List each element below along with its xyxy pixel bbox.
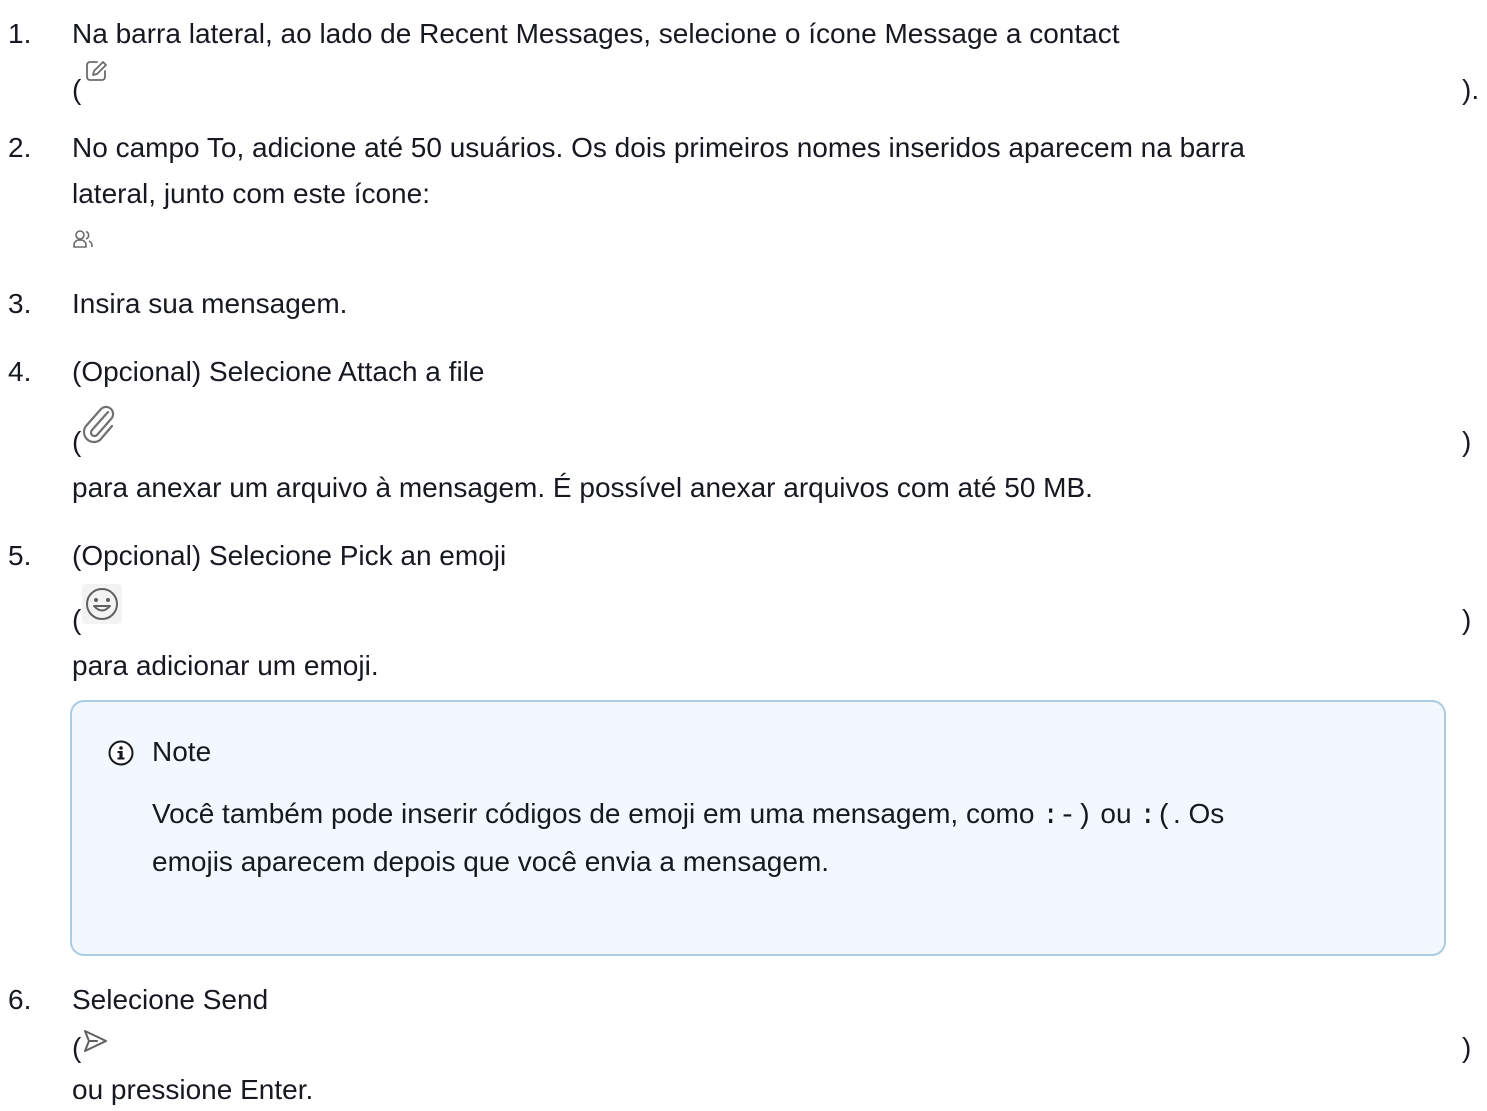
step-number: 3. bbox=[8, 288, 32, 319]
open-paren: ( bbox=[72, 74, 82, 105]
step-number: 5. bbox=[8, 540, 32, 571]
step-number: 2. bbox=[8, 132, 32, 163]
note-text: ou bbox=[1092, 798, 1140, 829]
open-paren: ( bbox=[72, 1032, 82, 1063]
step-4-text-line3: para anexar um arquivo à mensagem. É pos… bbox=[72, 472, 1093, 503]
emoji-icon bbox=[82, 584, 122, 624]
note-text: Você também pode inserir códigos de emoj… bbox=[152, 798, 1043, 829]
step-2-text-line2: lateral, junto com este ícone: bbox=[72, 178, 430, 209]
close-paren: ) bbox=[1462, 604, 1472, 635]
step-4-text: (Opcional) Selecione Attach a file bbox=[72, 356, 485, 387]
paperclip-icon bbox=[82, 405, 115, 444]
step-number: 4. bbox=[8, 356, 32, 387]
step-5-text-line3: para adicionar um emoji. bbox=[72, 650, 379, 681]
step-number: 1. bbox=[8, 18, 32, 49]
close-paren: ) bbox=[1462, 1032, 1472, 1063]
note-callout: Note Você também pode inserir códigos de… bbox=[70, 700, 1446, 956]
note-text-line1: Você também pode inserir códigos de emoj… bbox=[152, 796, 1224, 835]
info-icon bbox=[108, 740, 134, 766]
step-6-text: Selecione Send bbox=[72, 984, 269, 1015]
close-paren: ) bbox=[1462, 426, 1472, 457]
emoji-code: :-) bbox=[1042, 801, 1093, 832]
step-number: 6. bbox=[8, 984, 32, 1015]
step-3-text: Insira sua mensagem. bbox=[72, 288, 348, 319]
emoji-code: :( bbox=[1139, 801, 1173, 832]
send-icon bbox=[84, 1030, 107, 1052]
group-icon bbox=[73, 230, 93, 248]
compose-icon bbox=[86, 61, 107, 81]
note-title: Note bbox=[152, 736, 212, 767]
step-1-text: Na barra lateral, ao lado de Recent Mess… bbox=[72, 18, 1120, 49]
close-paren: ). bbox=[1462, 74, 1480, 105]
note-text: . Os bbox=[1172, 798, 1225, 829]
open-paren: ( bbox=[72, 604, 82, 635]
step-5-text: (Opcional) Selecione Pick an emoji bbox=[72, 540, 507, 571]
step-6-text-line3: ou pressione Enter. bbox=[72, 1074, 314, 1105]
note-text-line2: emojis aparecem depois que você envia a … bbox=[152, 846, 830, 877]
step-2-text: No campo To, adicione até 50 usuários. O… bbox=[72, 132, 1245, 163]
